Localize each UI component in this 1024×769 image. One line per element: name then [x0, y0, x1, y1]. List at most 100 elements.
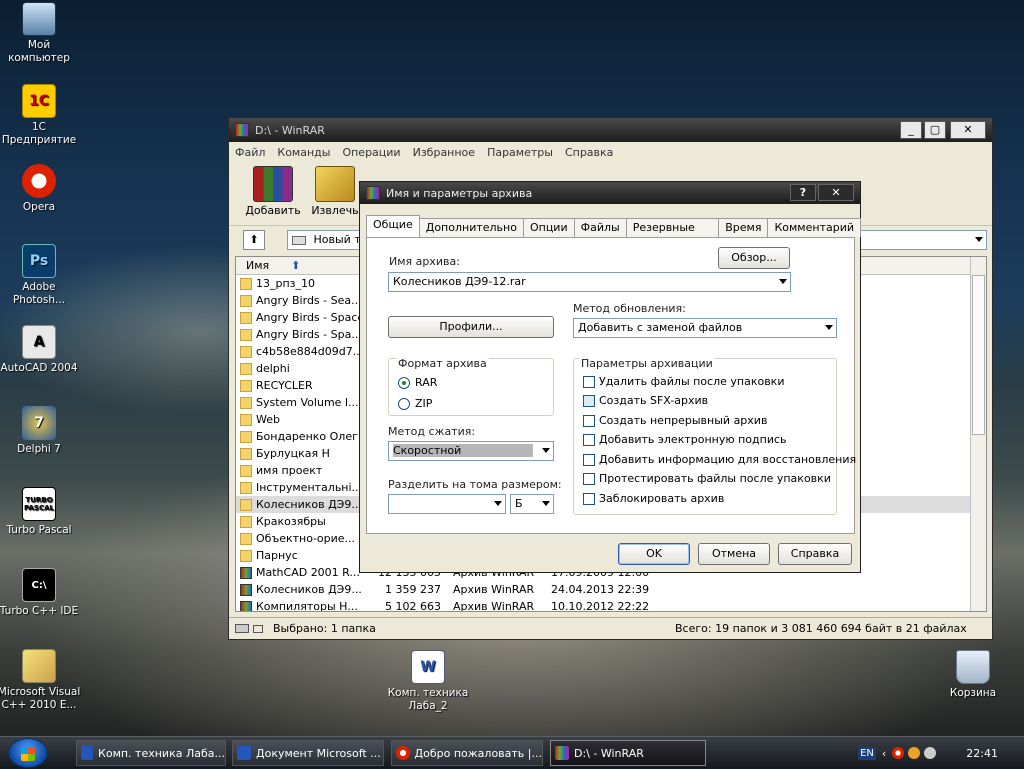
desktop-icon-recycle-bin[interactable]: Корзина — [930, 650, 1016, 700]
file-name: Компиляторы Н... — [256, 600, 358, 612]
chevron-down-icon — [494, 501, 502, 506]
file-row[interactable]: Колесников ДЭ9... 1 359 237 Архив WinRAR 24… — [236, 581, 986, 598]
desktop-icon-label: AutoCAD 2004 — [0, 362, 78, 374]
add-label: Добавить — [245, 204, 301, 217]
format-zip-label: ZIP — [415, 397, 433, 410]
maximize-button[interactable]: ▢ — [924, 121, 946, 139]
desktop-icon-label: Turbo C++ IDE — [0, 605, 79, 617]
format-rar-radio[interactable]: RAR — [398, 376, 437, 389]
file-name: Колесников ДЭ9... — [256, 498, 361, 511]
clock[interactable]: 22:41 — [966, 747, 998, 760]
up-folder-button[interactable]: ⬆ — [243, 230, 265, 250]
archive-name-combo[interactable]: Колесников ДЭ9-12.rar — [388, 272, 791, 292]
split-unit-combo[interactable]: Б — [510, 494, 554, 514]
desktop-icon-delphi[interactable]: 7 Delphi 7 — [0, 406, 82, 456]
file-name: Web — [256, 413, 280, 426]
winrar-icon — [235, 123, 249, 137]
task-word-document[interactable]: Документ Microsoft ... — [232, 740, 384, 766]
delphi-icon: 7 — [22, 406, 56, 440]
tab-general[interactable]: Общие — [366, 215, 420, 237]
winrar-icon — [555, 746, 569, 760]
desktop-icon-label: Microsoft Visual C++ 2010 E... — [0, 686, 81, 711]
archive-format-group: Формат архива RAR ZIP — [388, 357, 554, 416]
option-signature[interactable]: Добавить электронную подпись — [583, 433, 787, 446]
desktop-icon-turbo-cpp[interactable]: C:\ Turbo C++ IDE — [0, 568, 82, 618]
drive-icon — [292, 235, 306, 245]
desktop-icon-photoshop[interactable]: Ps Adobe Photosh... — [0, 244, 82, 307]
format-zip-radio[interactable]: ZIP — [398, 397, 432, 410]
archiving-options-group: Параметры архивации Удалить файлы после … — [573, 357, 856, 515]
task-winrar[interactable]: D:\ - WinRAR — [550, 740, 706, 766]
menu-file[interactable]: Файл — [229, 146, 271, 159]
add-button[interactable]: Добавить — [243, 166, 303, 217]
task-opera[interactable]: Добро пожаловать |... — [391, 740, 543, 766]
file-name: MathCAD 2001 R... — [256, 566, 360, 579]
option-solid[interactable]: Создать непрерывный архив — [583, 414, 767, 427]
dialog-tabs: Общие Дополнительно Опции Файлы Резервны… — [366, 215, 861, 247]
tab-comment[interactable]: Комментарий — [767, 218, 861, 237]
update-method-combo[interactable]: Добавить с заменой файлов — [573, 318, 837, 338]
option-test[interactable]: Протестировать файлы после упаковки — [583, 472, 831, 485]
tab-backup[interactable]: Резервные копии — [625, 218, 720, 247]
option-delete-after[interactable]: Удалить файлы после упаковки — [583, 375, 784, 388]
drive-status-icon — [235, 624, 249, 633]
menu-help[interactable]: Справка — [559, 146, 619, 159]
minimize-button[interactable]: _ — [900, 121, 922, 139]
dialog-titlebar[interactable]: Имя и параметры архива — [360, 182, 860, 204]
tray-arrow-icon[interactable]: ‹ — [882, 747, 886, 760]
desktop-icon-label: Корзина — [949, 687, 997, 699]
tab-files[interactable]: Файлы — [573, 218, 627, 237]
desktop-icon-my-computer[interactable]: Мой компьютер — [0, 2, 82, 65]
task-word-lab[interactable]: Комп. техника Лаба... — [76, 740, 226, 766]
desktop-icon-word-doc[interactable]: W Комп. техника Лаба_2 — [385, 650, 471, 713]
menu-options[interactable]: Параметры — [481, 146, 559, 159]
cancel-button[interactable]: Отмена — [698, 543, 770, 565]
browse-button[interactable]: Обзор... — [718, 247, 790, 269]
up-arrow-icon: ⬆ — [249, 233, 259, 246]
desktop-icon-visual-cpp[interactable]: Microsoft Visual C++ 2010 E... — [0, 649, 82, 712]
split-volume-combo[interactable] — [388, 494, 506, 514]
file-name: 13_рпз_10 — [256, 277, 316, 290]
volume-tray-icon[interactable] — [924, 747, 937, 759]
menu-favorites[interactable]: Избранное — [407, 146, 481, 159]
option-recovery[interactable]: Добавить информацию для восстановления — [583, 453, 856, 466]
add-archive-icon — [253, 166, 293, 202]
vertical-scrollbar[interactable] — [970, 257, 986, 611]
column-name[interactable]: Имя — [246, 259, 269, 272]
folder-icon — [240, 379, 252, 392]
folder-icon — [240, 345, 252, 358]
option-lock[interactable]: Заблокировать архив — [583, 492, 724, 505]
scroll-thumb[interactable] — [972, 275, 985, 435]
archive-name-value: Колесников ДЭ9-12.rar — [393, 275, 526, 288]
network-tray-icon[interactable] — [908, 747, 921, 759]
desktop-icon-autocad[interactable]: A AutoCAD 2004 — [0, 325, 82, 375]
ok-button[interactable]: OK — [618, 543, 690, 565]
language-indicator[interactable]: EN — [858, 746, 876, 760]
file-row[interactable]: Компиляторы Н... 5 102 663 Архив WinRAR 10.… — [236, 598, 986, 612]
status-left: Выбрано: 1 папка — [273, 622, 376, 635]
folder-icon — [240, 277, 252, 290]
desktop-icon-turbo-pascal[interactable]: TURBO PASCAL Turbo Pascal — [0, 487, 82, 537]
tab-options[interactable]: Опции — [522, 218, 575, 237]
extract-button[interactable]: Извлечь — [305, 166, 365, 217]
option-sfx[interactable]: Создать SFX-архив — [583, 394, 708, 407]
update-method-label: Метод обновления: — [573, 302, 686, 315]
tab-advanced[interactable]: Дополнительно — [418, 218, 524, 237]
start-button[interactable] — [8, 738, 48, 768]
menu-commands[interactable]: Команды — [271, 146, 336, 159]
file-name: c4b58e884d09d7... — [256, 345, 361, 358]
menu-operations[interactable]: Операции — [336, 146, 406, 159]
file-name: Кракозябры — [256, 515, 326, 528]
close-button[interactable]: ✕ — [950, 121, 986, 139]
tab-time[interactable]: Время — [718, 218, 769, 237]
file-name: Angry Birds - Spa... — [256, 328, 361, 341]
opera-tray-icon[interactable] — [892, 747, 905, 759]
profiles-button[interactable]: Профили... — [388, 316, 554, 338]
winrar-titlebar[interactable]: D:\ - WinRAR — [229, 118, 992, 142]
dialog-close-button[interactable]: ✕ — [818, 184, 854, 201]
desktop-icon-1c[interactable]: 1С 1С Предприятие — [0, 84, 82, 147]
help-button[interactable]: Справка — [778, 543, 852, 565]
dialog-help-button[interactable]: ? — [790, 184, 816, 201]
desktop-icon-opera[interactable]: Opera — [0, 164, 82, 214]
compression-combo[interactable]: Скоростной — [388, 441, 554, 461]
